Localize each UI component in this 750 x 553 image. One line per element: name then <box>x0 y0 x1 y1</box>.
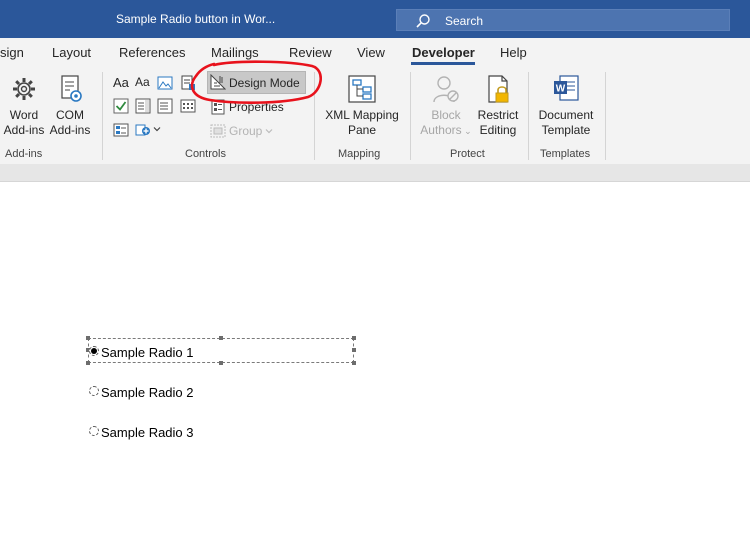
tab-view[interactable]: View <box>357 45 385 60</box>
group-separator <box>605 72 606 160</box>
repeating-section-icon[interactable] <box>135 122 151 138</box>
com-addins-line2: Add-ins <box>49 123 91 137</box>
xml-mapping-icon <box>348 75 376 103</box>
group-label-controls: Controls <box>185 148 226 160</box>
tab-developer[interactable]: Developer <box>412 45 475 60</box>
dropdown-list-icon[interactable] <box>157 98 173 114</box>
group-label-protect: Protect <box>450 148 485 160</box>
resize-handle[interactable] <box>86 336 90 340</box>
com-addins-line1: COM <box>56 108 84 122</box>
plain-text-control[interactable]: Aa <box>135 75 150 89</box>
group-icon <box>210 124 226 138</box>
xml-mapping-line1: XML Mapping <box>325 108 399 122</box>
resize-handle[interactable] <box>352 361 356 365</box>
resize-handle[interactable] <box>352 348 356 352</box>
group-separator <box>102 72 103 160</box>
com-addins-button[interactable]: COM Add-ins <box>48 74 92 138</box>
ribbon-tabs: sign Layout References Mailings Review V… <box>0 38 750 66</box>
gear-icon <box>13 78 35 100</box>
active-tab-indicator <box>411 62 475 65</box>
restrict-editing-line1: Restrict <box>477 108 519 122</box>
svg-text:W: W <box>556 84 566 95</box>
group-separator <box>528 72 529 160</box>
group-label-addins: Add-ins <box>5 148 43 160</box>
document-template-button[interactable]: W Document Template <box>534 74 598 138</box>
chevron-down-icon[interactable] <box>152 124 162 134</box>
rich-text-control[interactable]: Aa <box>113 75 129 90</box>
tab-references[interactable]: References <box>119 45 185 60</box>
resize-handle[interactable] <box>86 361 90 365</box>
title-bar: Sample Radio button in Wor... Search <box>0 0 750 38</box>
radio-button-3[interactable] <box>89 426 99 436</box>
combo-box-icon[interactable] <box>135 98 151 114</box>
search-label: Search <box>445 14 484 28</box>
resize-handle[interactable] <box>219 336 223 340</box>
resize-handle[interactable] <box>219 361 223 365</box>
group-button[interactable]: Group <box>229 124 262 138</box>
radio-dot <box>91 348 97 354</box>
com-addins-icon <box>61 75 82 102</box>
block-authors-icon <box>433 76 459 103</box>
checkbox-control-icon[interactable] <box>113 98 129 114</box>
word-document-icon: W <box>554 75 579 101</box>
document-template-line2: Template <box>541 123 591 137</box>
group-separator <box>410 72 411 160</box>
group-label-templates: Templates <box>540 148 591 160</box>
restrict-editing-line2: Editing <box>479 123 517 137</box>
group-label-mapping: Mapping <box>338 148 381 160</box>
red-annotation-circle <box>190 60 322 104</box>
tab-help[interactable]: Help <box>500 45 527 60</box>
search-box[interactable]: Search <box>396 9 730 31</box>
block-authors-button[interactable]: Block Authors ⌄ <box>418 74 474 139</box>
word-addins-button[interactable]: Word Add-ins <box>2 74 46 138</box>
radio-label-1: Sample Radio 1 <box>101 345 194 360</box>
resize-handle[interactable] <box>352 336 356 340</box>
chevron-down-icon <box>265 129 273 134</box>
radio-label-3: Sample Radio 3 <box>101 425 194 440</box>
picture-control-icon[interactable] <box>157 75 173 91</box>
restrict-editing-button[interactable]: Restrict Editing <box>474 74 522 138</box>
word-addins-line1: Word <box>9 108 39 122</box>
document-template-line1: Document <box>538 108 594 122</box>
radio-button-2[interactable] <box>89 386 99 396</box>
ribbon-shadow <box>0 164 750 182</box>
radio-button-1[interactable] <box>89 346 99 356</box>
xml-mapping-line2: Pane <box>347 123 377 137</box>
lock-document-icon <box>488 75 509 103</box>
word-addins-line2: Add-ins <box>3 123 45 137</box>
xml-mapping-pane-button[interactable]: XML Mapping Pane <box>320 74 404 138</box>
block-authors-line1: Block <box>431 108 461 122</box>
legacy-tools-icon[interactable] <box>113 122 129 138</box>
radio-label-2: Sample Radio 2 <box>101 385 194 400</box>
tab-design[interactable]: sign <box>0 45 24 60</box>
search-icon <box>416 14 430 28</box>
block-authors-line2: Authors <box>420 123 462 137</box>
window-title: Sample Radio button in Wor... <box>116 12 276 26</box>
chevron-down-icon: ⌄ <box>461 126 472 136</box>
tab-layout[interactable]: Layout <box>52 45 91 60</box>
